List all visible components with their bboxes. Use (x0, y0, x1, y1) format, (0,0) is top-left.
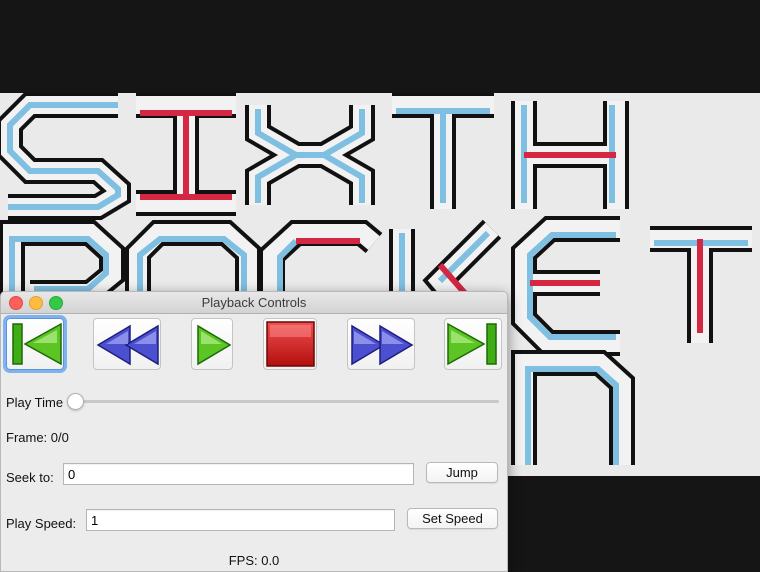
letter-x (245, 105, 375, 205)
letter-t2 (650, 226, 752, 343)
seek-input[interactable]: 0 (63, 463, 414, 485)
letter-i (136, 93, 236, 216)
play-icon (197, 324, 232, 366)
frame-counter: Frame: 0/0 (6, 430, 69, 445)
letter-n (511, 350, 635, 465)
letter-e (511, 216, 620, 356)
jump-to-start-button[interactable] (6, 318, 64, 370)
set-speed-button[interactable]: Set Speed (407, 508, 498, 529)
letter-h (511, 101, 629, 209)
jump-button[interactable]: Jump (426, 462, 498, 483)
stop-icon (266, 321, 315, 367)
playback-controls-window: Playback Controls Play Time Frame: 0/0 S… (0, 291, 508, 572)
stop-button[interactable] (263, 318, 317, 370)
play-time-slider-track[interactable] (73, 400, 499, 403)
play-time-label: Play Time (6, 395, 64, 410)
fast-forward-icon (351, 324, 414, 366)
window-title: Playback Controls (201, 295, 307, 310)
play-speed-input[interactable]: 1 (86, 509, 395, 531)
letter-s (0, 93, 131, 220)
skip-to-end-icon (447, 322, 497, 366)
seek-label: Seek to: (6, 470, 54, 485)
letter-t (392, 93, 494, 209)
rewind-icon (96, 324, 159, 366)
play-speed-label: Play Speed: (6, 516, 77, 531)
fps-readout: FPS: 0.0 (228, 553, 280, 568)
fast-forward-button[interactable] (347, 318, 415, 370)
rewind-button[interactable] (93, 318, 161, 370)
play-button[interactable] (191, 318, 233, 370)
title-bar[interactable]: Playback Controls (1, 292, 507, 314)
jump-to-end-button[interactable] (444, 318, 502, 370)
play-time-slider-thumb[interactable] (67, 393, 84, 410)
skip-to-start-icon (12, 322, 62, 366)
